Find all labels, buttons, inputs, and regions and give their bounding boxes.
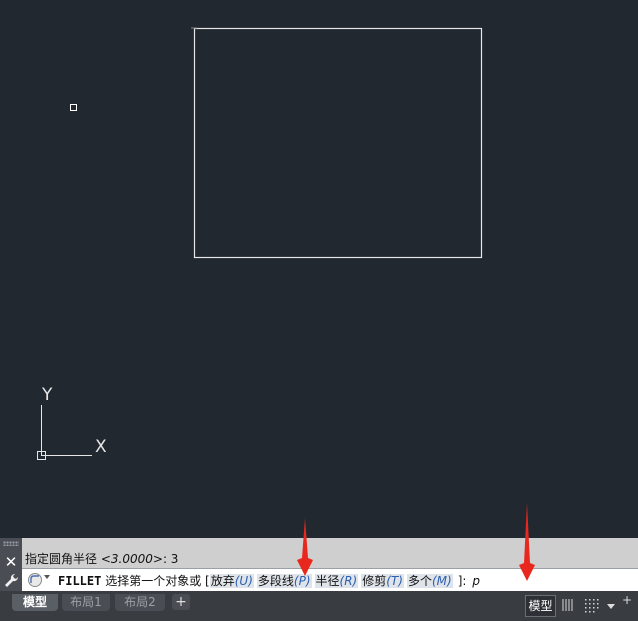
drawing-svg[interactable] xyxy=(0,0,638,538)
tab-layout2[interactable]: 布局2 xyxy=(115,594,165,611)
cursor-pickbox xyxy=(70,104,77,111)
option-radius-label: 半径 xyxy=(315,574,340,588)
history-entered-value: : 3 xyxy=(162,552,179,566)
command-input[interactable]: FILLET 选择第一个对象或 [放弃(U) 多段线(P) 半径(R) 修剪(T) 多个… xyxy=(22,568,638,591)
grip-dots-icon[interactable] xyxy=(3,541,19,546)
option-undo-key: (U) xyxy=(234,574,253,588)
option-radius[interactable]: 半径(R) xyxy=(314,574,359,588)
command-prompt-text: 选择第一个对象或 xyxy=(105,574,202,588)
status-more-icon[interactable]: + xyxy=(622,593,638,613)
history-default-value: <3.0000> xyxy=(100,552,163,566)
options-close-bracket: ]: xyxy=(457,574,467,588)
drawing-canvas[interactable]: Y X xyxy=(0,0,638,538)
option-multiple-label: 多个 xyxy=(407,574,432,588)
command-history: 指定圆角半径 <3.0000>: 3 xyxy=(22,538,638,568)
ucs-y-label: Y xyxy=(42,385,53,405)
option-polyline-label: 多段线 xyxy=(257,574,294,588)
snap-mode-icon[interactable] xyxy=(583,597,599,613)
snap-dropdown-icon[interactable] xyxy=(607,604,615,609)
command-panel-grip[interactable]: ✕ xyxy=(0,538,22,591)
option-undo-label: 放弃 xyxy=(210,574,235,588)
option-radius-key: (R) xyxy=(339,574,358,588)
fillet-command-icon xyxy=(28,573,42,587)
command-line-panel: ✕ 指定圆角半径 <3.0000>: 3 FILLET 选择第一个对象或 [放弃… xyxy=(0,538,638,591)
option-trim-label: 修剪 xyxy=(362,574,387,588)
close-command-line-icon[interactable]: ✕ xyxy=(2,553,20,571)
tab-model[interactable]: 模型 xyxy=(12,594,58,611)
option-multiple-key: (M) xyxy=(431,574,452,588)
annotation-arrow-polyline xyxy=(297,518,313,576)
annotation-arrow-typed-p xyxy=(519,503,535,581)
command-prompt: FILLET 选择第一个对象或 [放弃(U) 多段线(P) 半径(R) 修剪(T) 多个… xyxy=(58,572,480,589)
recent-commands-dropdown-icon[interactable] xyxy=(44,575,50,579)
drawn-rectangle[interactable] xyxy=(193,27,483,259)
ucs-x-label: X xyxy=(95,437,107,457)
add-layout-button[interactable]: + xyxy=(172,594,190,610)
model-space-button[interactable]: 模型 xyxy=(525,595,556,617)
status-bar: 模型 布局1 布局2 + 模型 + xyxy=(0,591,638,621)
typed-input[interactable]: p xyxy=(472,574,480,588)
option-trim[interactable]: 修剪(T) xyxy=(361,574,404,588)
option-undo[interactable]: 放弃(U) xyxy=(209,574,254,588)
history-line: 指定圆角半径 <3.0000>: 3 xyxy=(25,550,178,567)
tab-layout1[interactable]: 布局1 xyxy=(62,594,110,611)
grid-display-icon[interactable] xyxy=(560,597,576,613)
option-trim-key: (T) xyxy=(386,574,403,588)
option-multiple[interactable]: 多个(M) xyxy=(406,574,453,588)
customize-wrench-icon[interactable] xyxy=(2,572,20,590)
command-name: FILLET xyxy=(58,574,102,588)
history-prompt: 指定圆角半径 xyxy=(25,552,98,566)
